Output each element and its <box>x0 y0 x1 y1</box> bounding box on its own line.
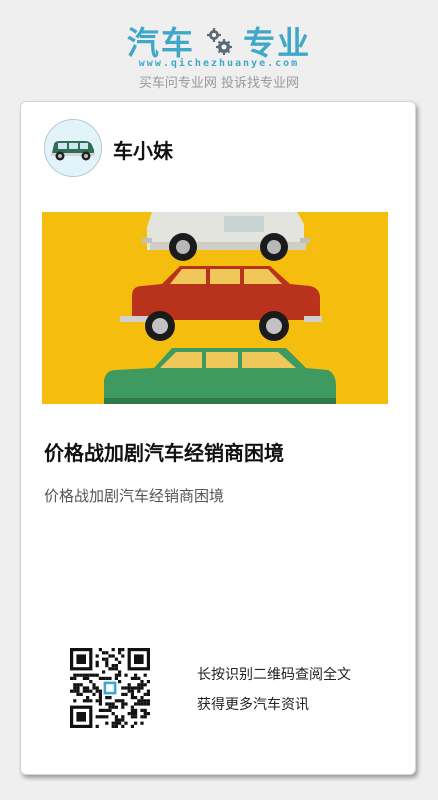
gear-icon <box>207 28 232 55</box>
stacked-toy-cars-image <box>42 212 388 404</box>
site-slogan: 买车问专业网 投诉找专业网 <box>138 76 300 91</box>
avatar[interactable] <box>44 119 102 177</box>
article-summary: 价格战加剧汽车经销商困境 <box>44 487 225 505</box>
car-avatar-icon <box>45 120 101 176</box>
qr-hint-line1: 长按识别二维码查阅全文 <box>197 667 351 683</box>
author-name[interactable]: 车小妹 <box>113 135 173 164</box>
hero-image[interactable] <box>42 212 388 404</box>
qr-code[interactable] <box>70 648 150 728</box>
qr-code-icon <box>70 648 150 728</box>
site-url: www.qichezhuanye.com <box>138 58 300 69</box>
site-header: 汽车 专业 www.qichezhuanye.com 买车问专业网 投诉找专业网 <box>0 0 438 100</box>
article-title[interactable]: 价格战加剧汽车经销商困境 <box>44 437 394 466</box>
article-card[interactable]: 车小妹 价格战加剧汽车经销商困境 价格战加剧汽车经销商困境 长按识别二维码查阅全… <box>20 101 416 775</box>
qr-hint-line2: 获得更多汽车资讯 <box>197 697 309 713</box>
logo[interactable]: 汽车 专业 <box>0 18 438 62</box>
